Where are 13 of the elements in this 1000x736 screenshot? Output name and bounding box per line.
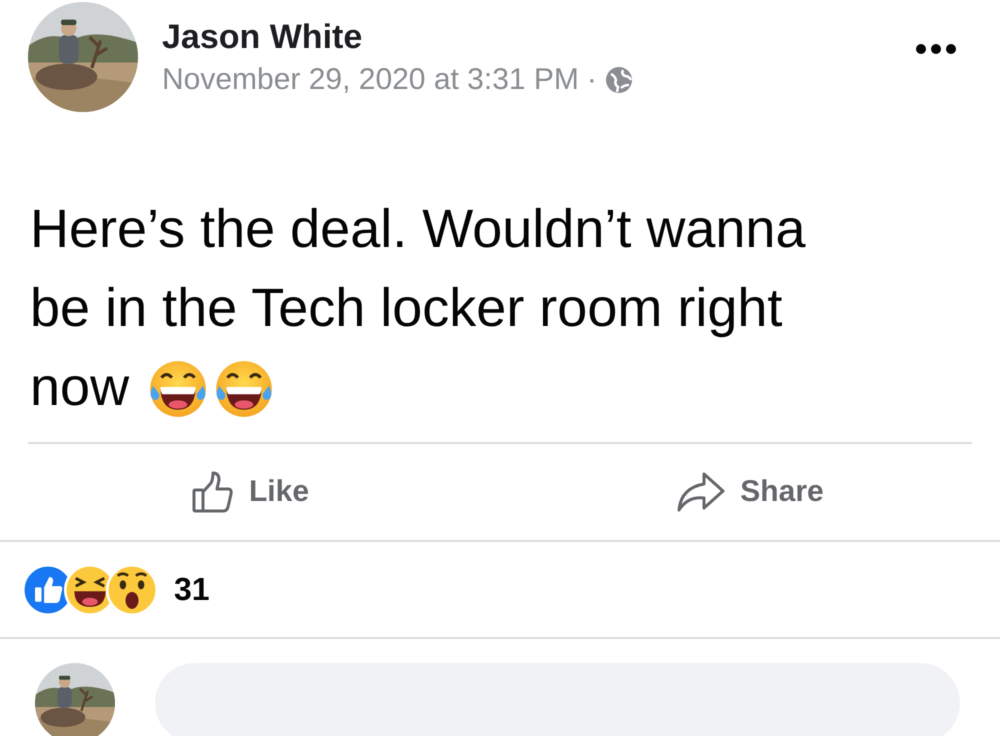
post-timestamp[interactable]: November 29, 2020 at 3:31 PM xyxy=(162,62,579,96)
thumbs-up-icon xyxy=(190,470,235,514)
globe-icon xyxy=(604,66,633,94)
post-text-line: be in the Tech locker room right xyxy=(30,277,782,340)
separator-dot: · xyxy=(586,62,597,96)
post-text-line: Here’s the deal. Wouldn’t wanna xyxy=(30,198,806,261)
share-button[interactable]: Share xyxy=(672,466,828,518)
author-name[interactable]: Jason White xyxy=(162,18,912,56)
reaction-count[interactable]: 31 xyxy=(174,571,210,608)
like-button[interactable]: Like xyxy=(186,466,314,518)
share-arrow-icon xyxy=(676,470,726,514)
surprised-reaction-icon xyxy=(106,564,158,616)
post-text-line: now xyxy=(30,356,130,419)
